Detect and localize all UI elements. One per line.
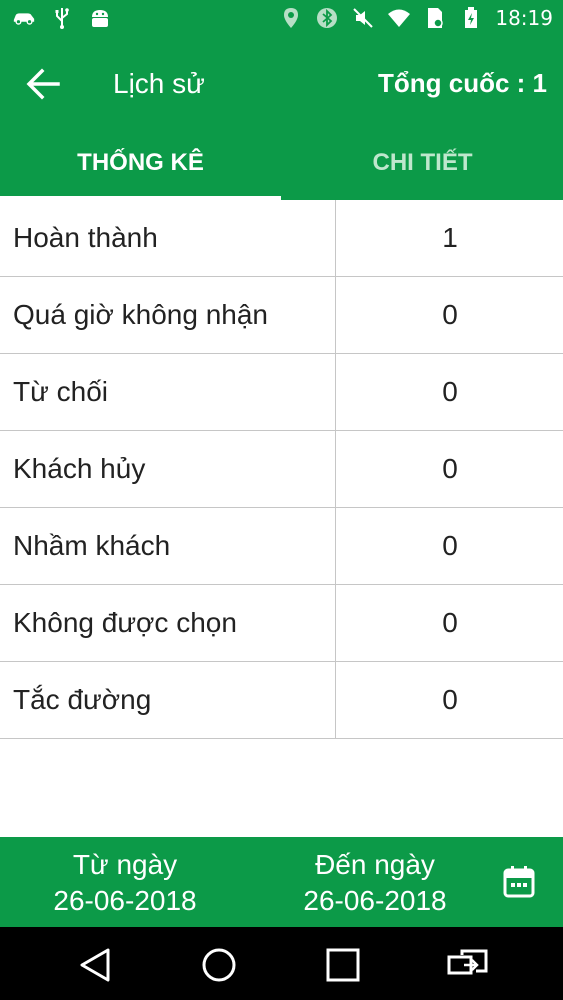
android-icon [88,6,112,30]
row-label: Từ chối [13,376,108,407]
row-label: Hoàn thành [13,222,158,253]
calendar-icon [502,866,536,904]
row-label: Tắc đường [13,684,152,715]
back-button[interactable] [22,62,66,106]
row-label: Nhầm khách [13,530,171,561]
calendar-button[interactable] [502,864,536,900]
row-value: 0 [335,277,563,353]
bluetooth-icon [315,6,339,30]
from-date-value: 26-06-2018 [53,885,197,916]
table-row: Từ chối 0 [0,354,563,431]
stats-table: Hoàn thành 1 Quá giờ không nhận 0 Từ chố… [0,200,563,739]
location-icon [279,6,303,30]
tab-bar: THỐNG KÊ CHI TIẾT [0,126,563,200]
from-date-picker[interactable]: Từ ngày 26-06-2018 [15,847,235,919]
table-row: Quá giờ không nhận 0 [0,277,563,354]
total-trips: Tổng cuốc : 1 [378,68,547,98]
recents-square-icon [323,948,363,989]
tab-statistics[interactable]: THỐNG KÊ [0,126,281,200]
table-row: Không được chọn 0 [0,585,563,662]
table-row: Hoàn thành 1 [0,200,563,277]
usb-icon [50,6,74,30]
row-value: 0 [335,662,563,738]
nav-back-button[interactable] [76,945,116,985]
wifi-icon [387,6,411,30]
row-value: 0 [335,431,563,507]
date-range-bar: Từ ngày 26-06-2018 Đến ngày 26-06-2018 [0,837,563,927]
row-value: 0 [335,585,563,661]
tab-details[interactable]: CHI TIẾT [282,126,563,200]
table-row: Tắc đường 0 [0,662,563,739]
app-bar: Lịch sử Tổng cuốc : 1 [0,38,563,126]
row-label: Khách hủy [13,453,146,484]
nav-switch-button[interactable] [446,945,488,985]
page-title: Lịch sử [113,68,205,99]
battery-icon [459,6,483,30]
home-circle-icon [199,948,239,989]
navigation-bar [0,927,563,1000]
arrow-left-icon [22,68,66,110]
status-time: 18:19 [495,6,553,30]
row-label: Không được chọn [13,607,237,638]
back-triangle-icon [76,948,116,989]
nav-recents-button[interactable] [323,945,363,985]
to-date-picker[interactable]: Đến ngày 26-06-2018 [265,847,485,919]
row-value: 0 [335,354,563,430]
car-icon [12,6,36,30]
table-row: Khách hủy 0 [0,431,563,508]
sim-icon [423,6,447,30]
switch-app-icon [446,949,490,989]
mute-icon [351,6,375,30]
table-row: Nhầm khách 0 [0,508,563,585]
from-date-label: Từ ngày [72,849,178,880]
row-label: Quá giờ không nhận [13,299,268,330]
row-value: 1 [335,200,563,276]
status-bar: 18:19 [0,0,563,38]
to-date-label: Đến ngày [315,849,435,880]
row-value: 0 [335,508,563,584]
to-date-value: 26-06-2018 [303,885,447,916]
nav-home-button[interactable] [199,945,239,985]
